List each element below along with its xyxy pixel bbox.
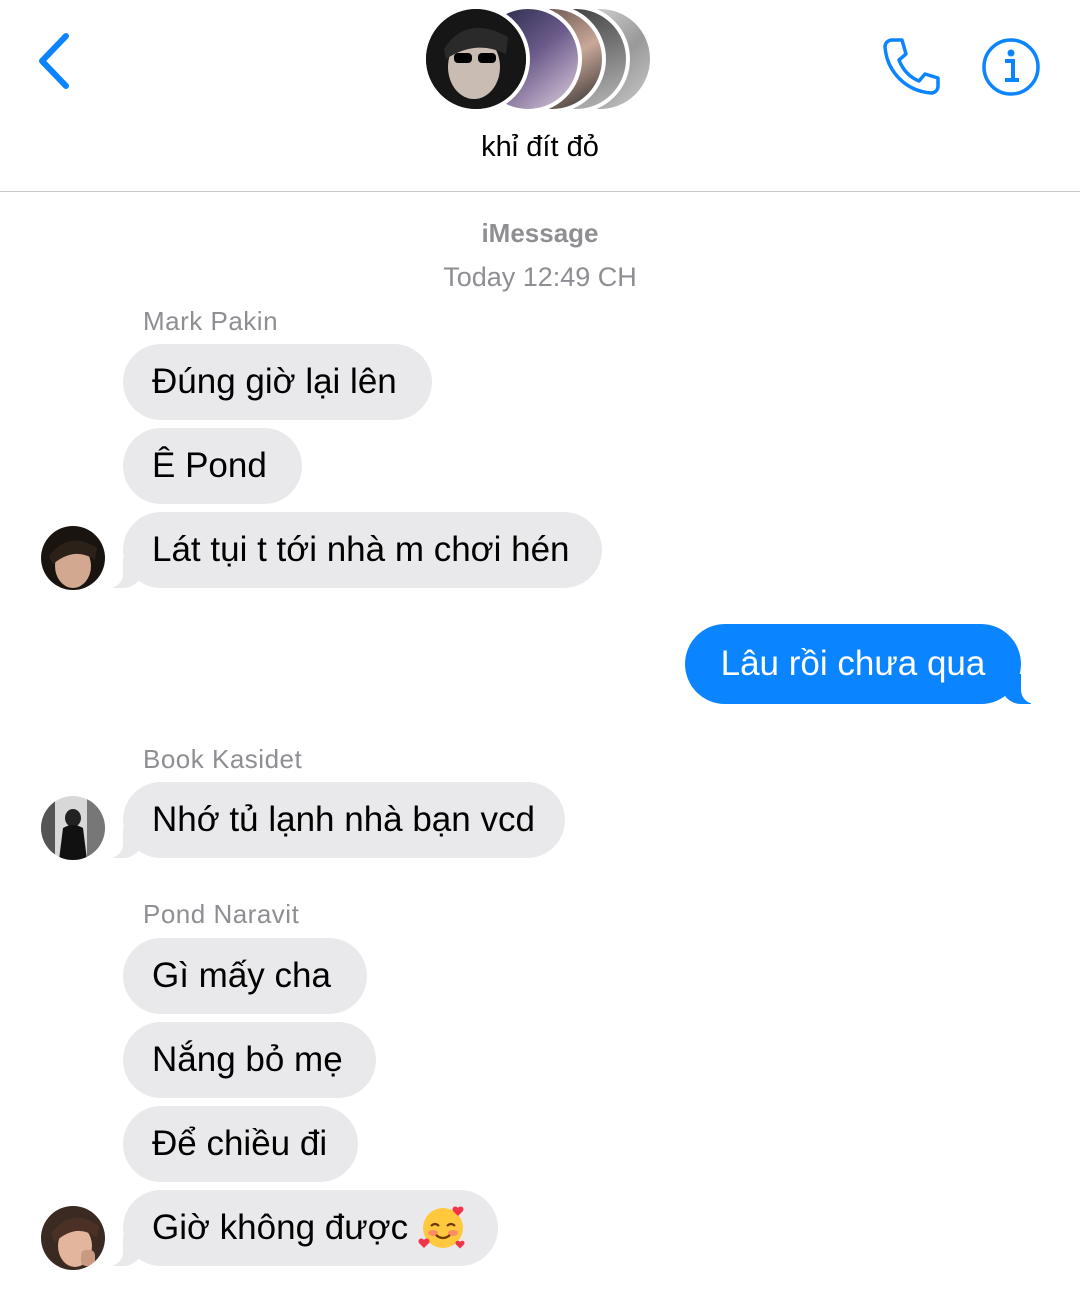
- message-text: Nắng bỏ mẹ: [152, 1040, 343, 1079]
- info-button[interactable]: [980, 36, 1042, 98]
- call-button[interactable]: [878, 34, 942, 98]
- timestamp: Today 12:49 CH: [443, 262, 637, 292]
- message-bubble[interactable]: Đúng giờ lại lên: [123, 344, 432, 420]
- message-text: Để chiều đi: [152, 1124, 328, 1163]
- service-label: iMessage: [481, 218, 599, 248]
- message-text: Nhớ tủ lạnh nhà bạn vcd: [152, 800, 535, 839]
- message-text: Đúng giờ lại lên: [152, 362, 397, 401]
- message-text: Lát tụi t tới nhà m chơi hén: [152, 530, 570, 569]
- chevron-left-icon: [39, 33, 69, 89]
- sender-name: Book Kasidet: [143, 744, 303, 774]
- message-bubble[interactable]: Giờ không được: [101, 1190, 498, 1266]
- avatar[interactable]: [41, 796, 105, 860]
- conversation-title[interactable]: khỉ đít đỏ: [0, 131, 1080, 164]
- group-avatar-stack[interactable]: [418, 5, 668, 113]
- sender-name: Mark Pakin: [143, 306, 279, 336]
- message-bubble[interactable]: Gì mấy cha: [123, 938, 367, 1014]
- phone-icon: [883, 38, 940, 95]
- message-bubble[interactable]: Ê Pond: [123, 428, 302, 504]
- info-icon: [982, 38, 1040, 96]
- message-text: Gì mấy cha: [152, 956, 331, 995]
- avatar[interactable]: [41, 526, 105, 590]
- avatar[interactable]: [41, 1206, 105, 1270]
- message-bubble[interactable]: Để chiều đi: [123, 1106, 358, 1182]
- message-bubble[interactable]: Nhớ tủ lạnh nhà bạn vcd: [101, 782, 565, 858]
- sent-message-bubble[interactable]: Lâu rồi chưa qua: [685, 624, 1043, 704]
- sender-name: Pond Naravit: [143, 899, 300, 929]
- conversation-header: khỉ đít đỏ: [0, 0, 1080, 192]
- message-text: Giờ không được: [152, 1208, 409, 1247]
- back-button[interactable]: [30, 28, 80, 98]
- message-bubble[interactable]: Nắng bỏ mẹ: [123, 1022, 376, 1098]
- message-text: Ê Pond: [152, 446, 267, 485]
- message-bubble[interactable]: Lát tụi t tới nhà m chơi hén: [101, 512, 602, 588]
- group-member-avatar: [422, 5, 530, 113]
- smiling-face-with-hearts-icon: [418, 1206, 465, 1249]
- message-text: Lâu rồi chưa qua: [720, 644, 986, 683]
